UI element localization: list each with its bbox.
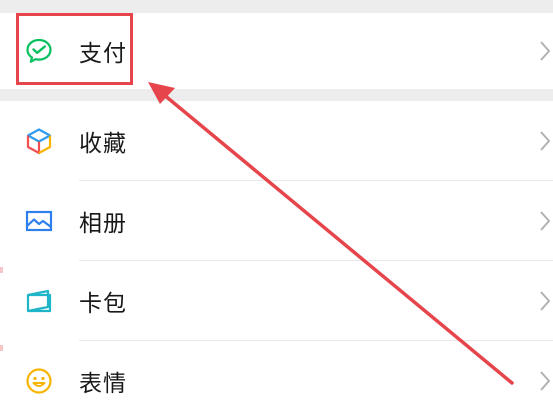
features-section: 收藏 相册 卡包 表情 <box>0 101 553 401</box>
menu-item-cards-label: 卡包 <box>79 290 127 317</box>
menu-item-stickers[interactable]: 表情 <box>0 341 553 401</box>
card-wallet-icon <box>24 286 54 316</box>
menu-item-album-label: 相册 <box>79 210 127 237</box>
edge-artifact <box>0 345 3 351</box>
wechat-pay-icon <box>24 36 54 66</box>
chevron-right-icon <box>539 40 551 62</box>
menu-item-cards[interactable]: 卡包 <box>0 261 553 340</box>
edge-artifact <box>0 267 3 273</box>
album-picture-icon <box>24 206 54 236</box>
menu-item-favorites-label: 收藏 <box>79 130 127 157</box>
chevron-right-icon <box>539 210 551 232</box>
sticker-smile-icon <box>24 366 54 396</box>
menu-item-pay[interactable]: 支付 <box>0 11 553 90</box>
chevron-right-icon <box>539 290 551 312</box>
menu-item-favorites[interactable]: 收藏 <box>0 101 553 180</box>
pay-section: 支付 <box>0 13 553 89</box>
chevron-right-icon <box>539 130 551 152</box>
favorites-cube-icon <box>24 126 54 156</box>
menu-item-album[interactable]: 相册 <box>0 181 553 260</box>
menu-item-stickers-label: 表情 <box>79 370 127 397</box>
chevron-right-icon <box>539 370 551 392</box>
wechat-me-menu-screen: 支付 收藏 相册 卡包 表情 <box>0 0 553 401</box>
menu-item-pay-label: 支付 <box>79 40 127 67</box>
